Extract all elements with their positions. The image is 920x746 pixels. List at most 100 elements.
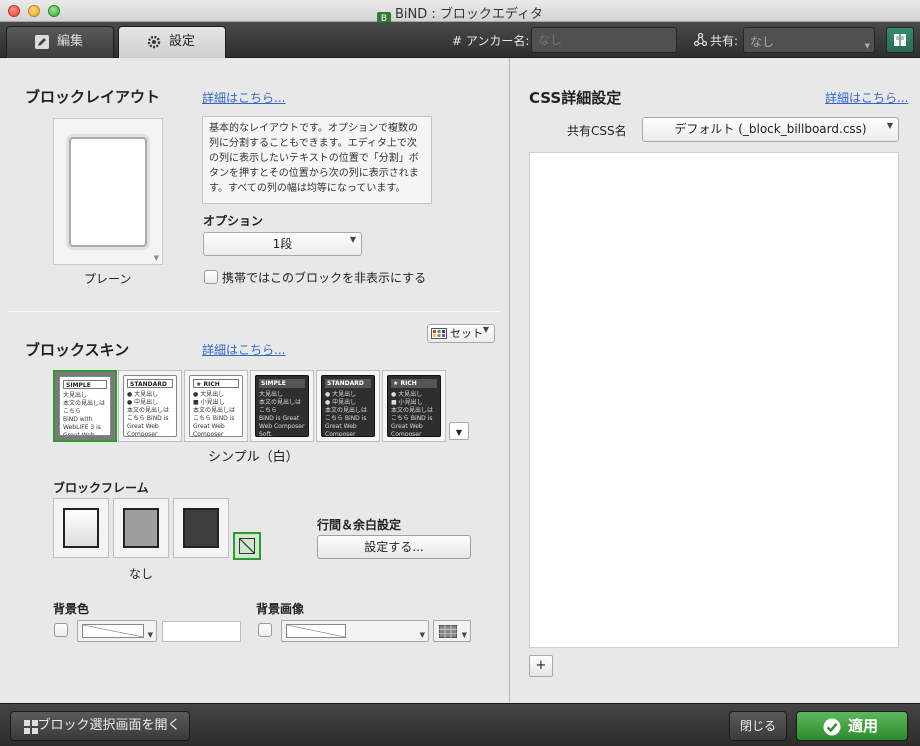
skin-sample-line: ● 中見出し [127, 399, 159, 406]
layout-name: プレーン [84, 272, 132, 286]
skin-sample-line: 本文の見出しはこちら BiND is Great Web Composer So… [127, 407, 170, 437]
skin-sample-line: 本文の見出しはこちら BiND is Great Web Composer So… [325, 407, 368, 437]
tab-edit[interactable]: 編集 [6, 26, 114, 58]
skin-thumbnail: STANDARD ● 大見出し ● 中見出し 本文の見出しはこちら BiND is G… [123, 375, 177, 437]
bg-image-select[interactable]: ▼ [281, 620, 429, 642]
share-select[interactable]: なし ▼ [743, 27, 875, 53]
toolbar: 編集 設定 # アンカー名: 共有: なし ▼ [0, 22, 920, 58]
css-details-link[interactable]: 詳細はこちら... [825, 89, 908, 106]
shared-css-label: 共有CSS名 [567, 124, 627, 138]
skin-set-label: セット [450, 327, 483, 340]
bg-image-label: 背景画像 [256, 602, 305, 616]
skin-option[interactable]: SIMPLE 大見出し 本文の見出しはこちら BiND is Great Web Co… [250, 370, 314, 442]
layout-preview[interactable]: ▼ [53, 118, 163, 265]
skin-sample-line: BiND is Great Web Composer Soft. [259, 415, 305, 437]
css-editor[interactable] [529, 152, 899, 648]
skin-set-button[interactable]: セット ▼ [427, 324, 495, 343]
close-button[interactable]: 閉じる [729, 711, 787, 741]
skin-title: STANDARD [325, 379, 371, 388]
bg-image-pattern-select[interactable]: ▼ [433, 620, 471, 642]
frame-selected-name: なし [129, 567, 154, 581]
hide-mobile-label: 携帯ではこのブロックを非表示にする [222, 271, 427, 285]
css-add-label: + [535, 658, 547, 673]
skin-thumbnail: SIMPLE 大見出し 本文の見出しはこちら BiND is Great Web Co… [255, 375, 309, 437]
share-icon [694, 33, 707, 46]
skin-selected-name: シンプル（白） [208, 450, 299, 465]
anchor-label: # アンカー名: [452, 34, 530, 48]
tile-grid-icon [439, 625, 457, 638]
chevron-down-icon: ▼ [153, 254, 159, 262]
frame-option-dark[interactable] [173, 498, 229, 558]
frame-option-light[interactable] [53, 498, 109, 558]
open-block-selector-button[interactable]: ブロック選択画面を開く [10, 711, 190, 741]
skin-sample-line: ■ 小見出し [193, 399, 225, 406]
open-block-selector-label: ブロック選択画面を開く [37, 718, 181, 733]
apply-button[interactable]: 適用 [796, 711, 908, 741]
skin-option[interactable]: STANDARD ● 大見出し ● 中見出し 本文の見出しはこちら BiND is G… [316, 370, 380, 442]
block-layout-details-link[interactable]: 詳細はこちら... [202, 89, 285, 106]
apply-label: 適用 [847, 717, 878, 735]
block-skin-details-link[interactable]: 詳細はこちら... [202, 341, 285, 358]
frame-swatch-gray [123, 508, 159, 548]
skin-sample-line: 本文の見出しはこちら BiND is Great Web Composer So… [193, 407, 236, 437]
skin-sample-line: 本文の見出しはこちら BiND is Great Web Composer So… [391, 407, 434, 437]
bg-image-checkbox[interactable] [258, 623, 272, 637]
chevron-down-icon: ▼ [886, 121, 893, 130]
hide-mobile-checkbox[interactable] [204, 270, 218, 284]
skin-sample-line: ● 大見出し [193, 391, 225, 398]
skin-option[interactable]: ★ RICH ● 大見出し ■ 小見出し 本文の見出しはこちら BiND is Gre… [184, 370, 248, 442]
skin-title: SIMPLE [63, 380, 107, 389]
option-select[interactable]: 1段 ▼ [203, 232, 362, 256]
frame-swatch-dark [183, 508, 219, 548]
skin-thumbnail: ★ RICH ● 大見出し ■ 小見出し 本文の見出しはこちら BiND is Gre… [387, 375, 441, 437]
skin-option[interactable]: STANDARD ● 大見出し ● 中見出し 本文の見出しはこちら BiND is G… [118, 370, 182, 442]
bg-color-select[interactable]: ▼ [77, 620, 157, 642]
no-frame-icon [239, 538, 255, 554]
chevron-down-icon: ▼ [349, 235, 356, 244]
share-select-value: なし [750, 35, 775, 49]
skin-sample-line: 大見出し [259, 391, 284, 398]
block-frame-label: ブロックフレーム [53, 481, 149, 495]
frame-option-none[interactable] [233, 532, 261, 560]
tab-settings[interactable]: 設定 [118, 26, 226, 58]
option-label: オプション [203, 214, 264, 228]
shared-css-select[interactable]: デフォルト (_block_billboard.css) ▼ [642, 117, 899, 142]
bg-color-checkbox[interactable] [54, 623, 68, 637]
anchor-name-input[interactable] [531, 27, 677, 53]
bg-image-swatch [286, 624, 346, 638]
book-icon [894, 34, 906, 46]
skin-title: SIMPLE [259, 379, 305, 388]
layout-preview-frame [69, 137, 147, 247]
right-panel: CSS詳細設定 詳細はこちら... 共有CSS名 デフォルト (_block_b… [509, 58, 920, 703]
skin-sample-line: ● 大見出し [391, 391, 423, 398]
book-button[interactable] [886, 27, 914, 53]
skin-sample-line: BiND with WebLIFE 3 is Great Web Compose… [63, 416, 101, 436]
chevron-down-icon: ▼ [864, 42, 870, 50]
tab-settings-label: 設定 [169, 34, 196, 49]
skin-thumbnail: STANDARD ● 大見出し ● 中見出し 本文の見出しはこちら BiND is G… [321, 375, 375, 437]
window-title: BiND : ブロックエディタ [395, 7, 543, 22]
skin-sample-line: 大見出し [63, 392, 88, 399]
layout-description: 基本的なレイアウトです。オプションで複数の列に分割することもできます。エディタ上… [202, 116, 432, 204]
color-grid-icon [431, 328, 447, 339]
skin-title: ★ RICH [193, 379, 239, 388]
skin-option[interactable]: SIMPLE 大見出し 本文の見出しはこちら BiND with WebLIFE 3 … [53, 370, 117, 442]
skin-title: STANDARD [127, 379, 173, 388]
frame-option-gray[interactable] [113, 498, 169, 558]
spacing-label: 行間＆余白設定 [317, 518, 402, 532]
spacing-settings-button[interactable]: 設定する... [317, 535, 471, 559]
share-label: 共有: [710, 34, 739, 48]
check-circle-icon [823, 718, 841, 736]
skin-title: ★ RICH [391, 379, 437, 388]
bg-color-label: 背景色 [53, 602, 90, 616]
bg-color-value-input[interactable] [162, 621, 241, 642]
skin-option[interactable]: ★ RICH ● 大見出し ■ 小見出し 本文の見出しはこちら BiND is Gre… [382, 370, 446, 442]
pencil-icon [35, 35, 49, 49]
skin-sample-line: 本文の見出しはこちら [63, 400, 106, 415]
block-skin-heading: ブロックスキン [25, 341, 130, 359]
chevron-down-icon: ▼ [419, 631, 425, 639]
css-add-button[interactable]: + [529, 655, 553, 677]
skin-sample-line: ■ 小見出し [391, 399, 423, 406]
shared-css-value: デフォルト (_block_billboard.css) [674, 122, 867, 136]
skin-more-button[interactable]: ▼ [449, 422, 469, 440]
